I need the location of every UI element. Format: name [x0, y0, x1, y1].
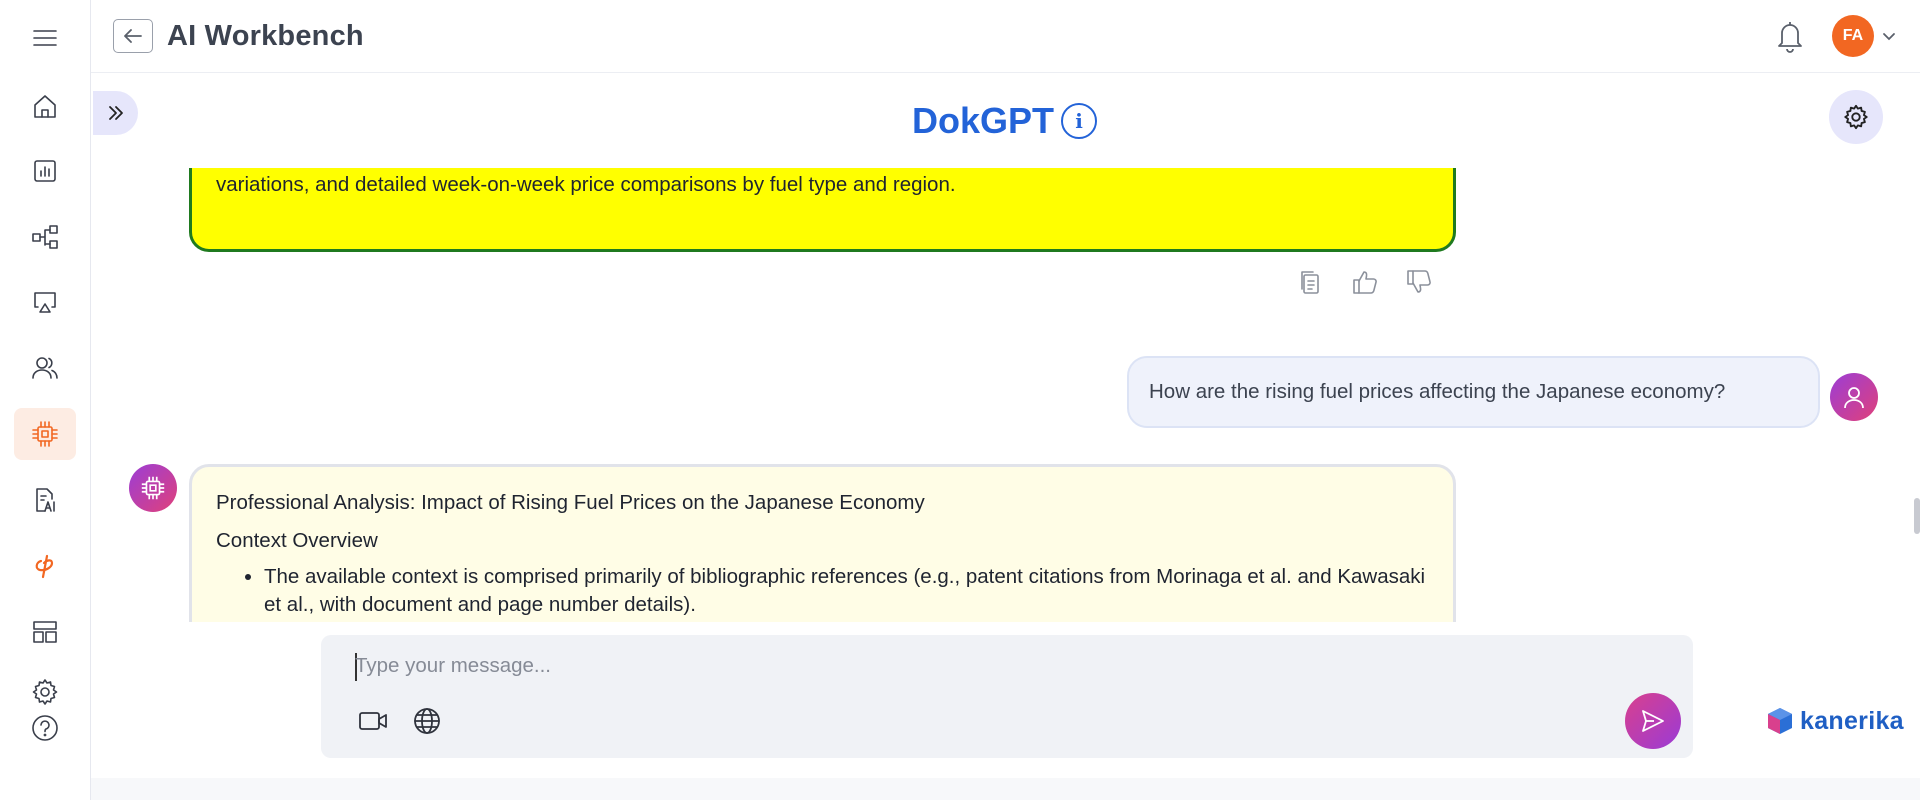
brand-logo: kanerika	[1766, 706, 1904, 736]
layout-icon	[33, 621, 57, 643]
chat-settings-button[interactable]	[1829, 90, 1883, 144]
chat-scrollbar[interactable]	[1914, 498, 1920, 534]
footer-strip	[91, 778, 1920, 800]
user-icon	[1844, 387, 1864, 409]
info-icon[interactable]: i	[1061, 103, 1097, 139]
message-composer	[321, 635, 1693, 758]
gear-icon	[1844, 104, 1868, 130]
user-message-text: How are the rising fuel prices affecting…	[1149, 380, 1726, 403]
send-button[interactable]	[1625, 693, 1681, 749]
app-title: AI Workbench	[167, 20, 364, 52]
assistant-avatar	[129, 464, 177, 512]
answer-bullet-list: The available context is comprised prima…	[264, 563, 1434, 619]
user-message-bubble: How are the rising fuel prices affecting…	[1127, 356, 1820, 428]
back-button[interactable]	[113, 19, 153, 53]
page-title: DokGPT	[912, 100, 1055, 141]
globe-icon[interactable]	[410, 704, 444, 738]
chat-thread[interactable]: variations, and detailed week-on-week pr…	[91, 168, 1920, 622]
cpu-chip-icon	[32, 421, 58, 447]
send-icon	[1642, 710, 1664, 732]
top-header: AI Workbench FA	[91, 0, 1920, 73]
sidebar-item-ai-documents[interactable]	[14, 474, 76, 526]
workflow-icon	[32, 225, 58, 249]
cpu-chip-icon	[141, 476, 165, 500]
thumbs-up-icon[interactable]	[1350, 267, 1380, 297]
phi-icon	[35, 554, 54, 579]
sidebar-item-ai-chip[interactable]	[14, 408, 76, 460]
settings-gear-icon	[32, 679, 58, 705]
sidebar-item-help[interactable]	[14, 708, 76, 748]
sidebar-item-presentations[interactable]	[14, 276, 76, 328]
sidebar-item-home[interactable]	[14, 80, 76, 132]
copy-icon[interactable]	[1295, 267, 1325, 297]
hamburger-menu-icon[interactable]	[14, 12, 76, 64]
user-avatar-button[interactable]: FA	[1832, 15, 1874, 57]
assistant-answer-bubble: Professional Analysis: Impact of Rising …	[189, 464, 1456, 622]
previous-answer-bubble: variations, and detailed week-on-week pr…	[189, 168, 1456, 252]
user-avatar	[1830, 373, 1878, 421]
sidebar-item-layouts[interactable]	[14, 606, 76, 658]
message-input[interactable]	[355, 645, 1655, 687]
chevron-down-icon[interactable]	[1881, 28, 1897, 44]
answer-heading: Professional Analysis: Impact of Rising …	[216, 491, 925, 514]
previous-answer-text: variations, and detailed week-on-week pr…	[216, 173, 956, 196]
kanerika-logo-icon	[1768, 708, 1792, 734]
answer-subheading: Context Overview	[216, 529, 378, 552]
brand-name: kanerika	[1800, 706, 1904, 735]
bar-chart-icon	[34, 160, 56, 182]
ai-document-icon	[36, 488, 55, 512]
home-icon	[34, 95, 56, 118]
sidebar-item-analytics[interactable]	[14, 145, 76, 197]
help-icon	[32, 715, 58, 741]
presentation-icon	[34, 292, 56, 313]
video-camera-icon[interactable]	[356, 704, 390, 738]
expand-panel-button[interactable]	[93, 91, 138, 135]
arrow-left-icon	[124, 29, 142, 43]
chevrons-right-icon	[108, 106, 123, 120]
users-icon	[32, 357, 58, 379]
list-item: The available context is comprised prima…	[264, 563, 1434, 619]
thumbs-down-icon[interactable]	[1404, 267, 1434, 297]
sidebar-item-settings[interactable]	[14, 672, 76, 712]
sidebar-item-workflows[interactable]	[14, 211, 76, 263]
sidebar-item-phi[interactable]	[14, 540, 76, 592]
notification-bell-icon[interactable]	[1773, 18, 1807, 54]
sidebar-item-users[interactable]	[14, 342, 76, 394]
left-sidebar	[0, 0, 91, 800]
